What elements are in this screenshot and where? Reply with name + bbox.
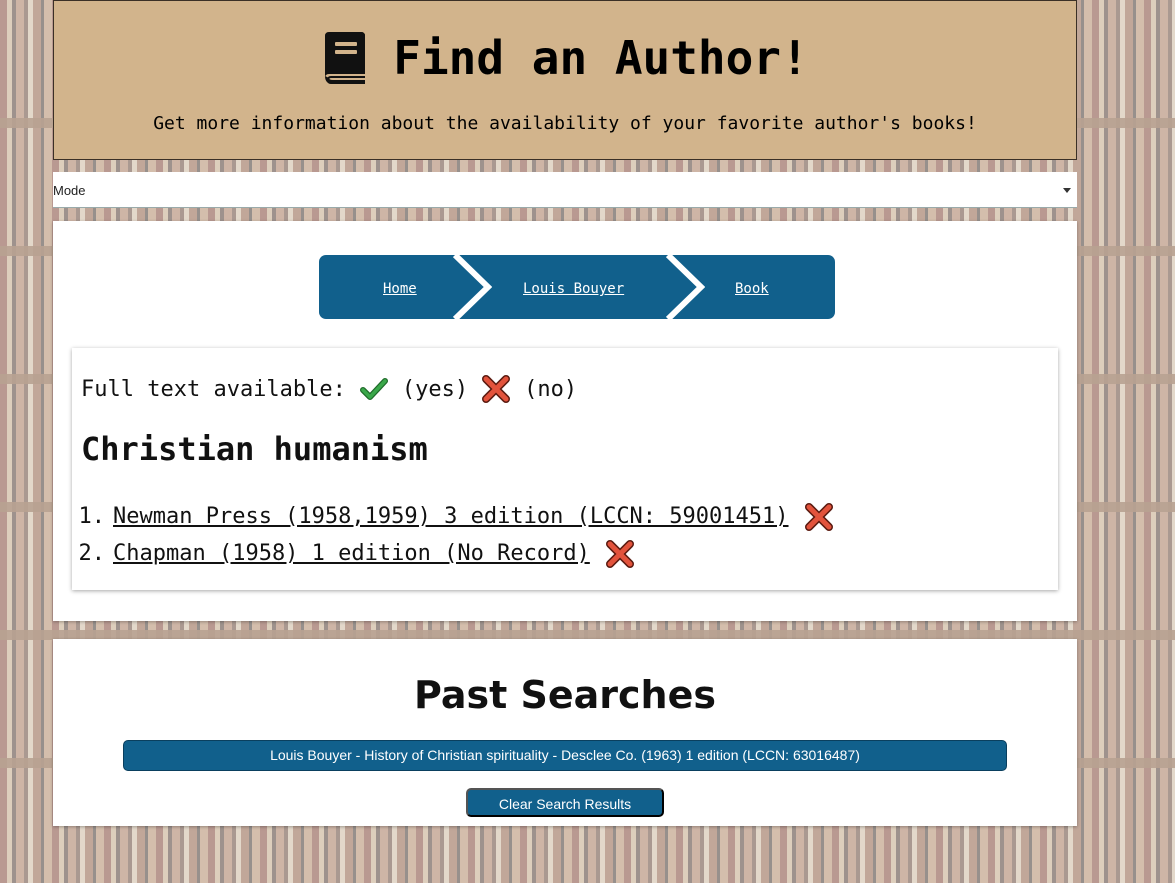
editions-list: 1. Newman Press (1958,1959) 3 edition (L… [72,498,833,572]
book-title: Christian humanism [81,430,428,468]
clear-search-results-button[interactable]: Clear Search Results [466,788,664,817]
breadcrumb-author[interactable]: Louis Bouyer [523,281,624,297]
breadcrumb-home[interactable]: Home [383,281,417,297]
cross-icon [804,502,833,531]
book-icon [325,32,366,84]
mode-select-value: Mode [53,183,86,198]
list-item: 1. Newman Press (1958,1959) 3 edition (L… [72,498,833,535]
breadcrumb: Home Louis Bouyer Book [319,255,835,319]
legend-no-label: (no) [524,376,578,402]
legend-label: Full text available: [81,376,346,402]
check-icon [359,378,388,400]
list-item-number: 2. [78,541,106,566]
past-search-button[interactable]: Louis Bouyer - History of Christian spir… [123,740,1007,771]
breadcrumb-separator [452,255,492,319]
book-details-card: Full text available: (yes) (no) Christia… [72,348,1058,590]
legend-yes-label: (yes) [401,376,469,402]
title-row: Find an Author! [54,31,1076,85]
page-subtitle: Get more information about the availabil… [153,113,977,134]
cross-icon [482,375,511,403]
past-searches-card: Past Searches Louis Bouyer - History of … [53,639,1077,826]
edition-link[interactable]: Newman Press (1958,1959) 3 edition (LCCN… [113,504,789,529]
mode-select[interactable]: Mode [53,172,1077,208]
availability-legend: Full text available: (yes) (no) [81,375,577,403]
page-title: Find an Author! [393,31,809,85]
breadcrumb-book[interactable]: Book [735,281,769,297]
list-item-number: 1. [78,504,106,529]
breadcrumb-separator [665,255,705,319]
cross-icon [605,539,634,568]
chevron-down-icon [1063,188,1071,193]
page-header: Find an Author! Get more information abo… [53,0,1077,160]
list-item: 2. Chapman (1958) 1 edition (No Record) [72,535,833,572]
edition-link[interactable]: Chapman (1958) 1 edition (No Record) [113,541,590,566]
past-searches-title: Past Searches [414,673,716,717]
results-card: Home Louis Bouyer Book Full text availab… [53,221,1077,621]
